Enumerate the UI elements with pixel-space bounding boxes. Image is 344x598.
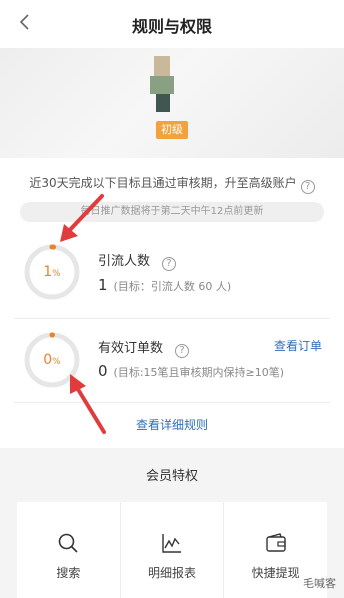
wallet-icon [265, 533, 286, 552]
metric-title-text: 有效订单数 [98, 341, 164, 356]
metric-traffic: 1% 引流人数? 1 (目标：引流人数 60 人) [0, 236, 344, 312]
annotation-arrow [70, 374, 106, 434]
privilege-report[interactable]: 明细报表 [121, 502, 225, 598]
nav-bar: 规则与权限 [0, 0, 344, 48]
metric-value: 0 (目标:15笔且审核期内保持≥10笔) [98, 362, 284, 380]
metric-orders: 0% 有效订单数? 查看订单 0 (目标:15笔且审核期内保持≥10笔) [0, 322, 344, 398]
help-icon[interactable]: ? [300, 180, 315, 194]
watermark: 毛喊客 [303, 577, 336, 590]
view-detail-rules-link[interactable]: 查看详细规则 [0, 416, 344, 433]
divider [14, 318, 330, 319]
divider [14, 402, 330, 403]
search-icon [59, 533, 78, 553]
profile-header: 初级 [0, 48, 344, 158]
privileges-title: 会员特权 [145, 469, 198, 484]
privileges-grid: 搜索 明细报表 快捷提现 [17, 502, 327, 598]
level-badge: 初级 [156, 121, 188, 139]
annotation-arrow [60, 194, 104, 242]
progress-percent: 0 [43, 352, 53, 368]
help-icon[interactable]: ? [175, 344, 190, 358]
avatar [146, 56, 186, 114]
progress-percent: 1 [43, 264, 53, 280]
metric-value: 1 (目标：引流人数 60 人) [98, 276, 231, 294]
metric-goal: (目标:15笔且审核期内保持≥10笔) [113, 366, 285, 379]
metric-title: 有效订单数? [98, 337, 190, 358]
view-orders-link[interactable]: 查看订单 [274, 337, 322, 354]
privilege-label: 明细报表 [148, 566, 197, 580]
privilege-search[interactable]: 搜索 [17, 502, 121, 598]
privilege-label: 搜索 [56, 566, 81, 580]
metric-title: 引流人数? [98, 250, 177, 271]
help-icon[interactable]: ? [162, 257, 177, 271]
page-title: 规则与权限 [131, 17, 212, 36]
upgrade-intro: 近30天完成以下目标且通过审核期，升至高级账户? [0, 174, 344, 194]
metric-title-text: 引流人数 [98, 254, 151, 269]
percent-unit: % [52, 269, 61, 279]
metric-goal: (目标：引流人数 60 人) [113, 280, 232, 293]
metric-value-number: 1 [98, 276, 108, 294]
percent-unit: % [52, 357, 61, 367]
progress-ring: 1% [24, 244, 80, 300]
upgrade-card: 近30天完成以下目标且通过审核期，升至高级账户? 每日推广数据将于第二天中午12… [0, 158, 344, 448]
chart-icon [162, 534, 181, 553]
